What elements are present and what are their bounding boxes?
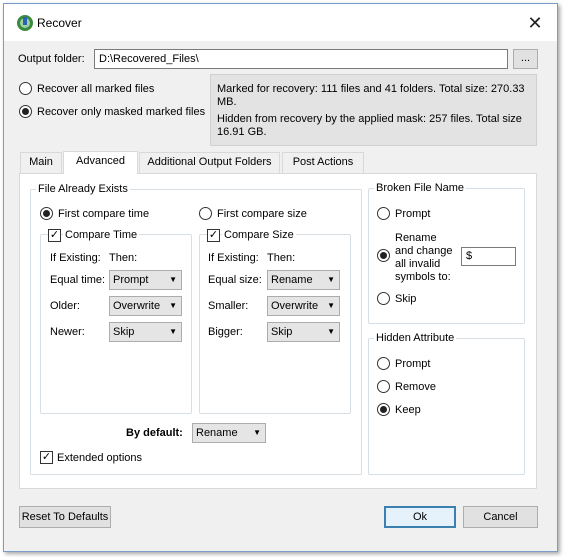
tab-additional-output-folders[interactable]: Additional Output Folders bbox=[139, 152, 280, 173]
bigger-label: Bigger: bbox=[208, 326, 243, 338]
chevron-down-icon: ▼ bbox=[327, 327, 335, 336]
broken-prompt-label: Prompt bbox=[395, 208, 431, 220]
older-label: Older: bbox=[50, 300, 80, 312]
time-if-existing-label: If Existing: bbox=[50, 252, 101, 264]
broken-rename-line3: all invalid bbox=[395, 258, 441, 270]
chevron-down-icon: ▼ bbox=[253, 428, 261, 437]
recover-app-icon bbox=[17, 15, 33, 31]
file-exists-group-title: File Already Exists bbox=[36, 183, 130, 196]
hidden-info-text: Hidden from recovery by the applied mask… bbox=[217, 113, 522, 138]
tab-advanced[interactable]: Advanced bbox=[63, 151, 138, 174]
broken-skip-label: Skip bbox=[395, 293, 417, 305]
replacement-symbol-field[interactable]: $ bbox=[461, 247, 516, 266]
equal-size-value: Rename bbox=[271, 274, 313, 286]
tab-post-actions[interactable]: Post Actions bbox=[282, 152, 364, 173]
broken-rename-line1: Rename bbox=[395, 232, 437, 244]
by-default-select[interactable]: Rename ▼ bbox=[192, 423, 266, 443]
title-bar: Recover ✕ bbox=[4, 4, 557, 41]
newer-select[interactable]: Skip ▼ bbox=[109, 322, 182, 342]
broken-file-name-title: Broken File Name bbox=[374, 182, 467, 195]
hidden-remove-radio[interactable] bbox=[377, 380, 390, 393]
newer-value: Skip bbox=[113, 326, 135, 338]
smaller-label: Smaller: bbox=[208, 300, 249, 312]
compare-size-checkbox[interactable]: ✓ bbox=[207, 229, 220, 242]
time-then-label: Then: bbox=[109, 252, 138, 264]
first-compare-time-radio[interactable] bbox=[40, 207, 53, 220]
equal-size-select[interactable]: Rename ▼ bbox=[267, 270, 340, 290]
newer-label: Newer: bbox=[50, 326, 85, 338]
compare-size-label: Compare Size bbox=[222, 229, 296, 242]
window-title: Recover bbox=[37, 16, 82, 30]
hidden-remove-label: Remove bbox=[395, 381, 436, 393]
chevron-down-icon: ▼ bbox=[169, 275, 177, 284]
chevron-down-icon: ▼ bbox=[327, 301, 335, 310]
bigger-value: Skip bbox=[271, 326, 293, 338]
broken-rename-line2: and change bbox=[395, 245, 453, 257]
equal-time-label: Equal time: bbox=[50, 274, 106, 286]
hidden-attribute-group bbox=[368, 338, 525, 475]
ok-button[interactable]: Ok bbox=[384, 506, 456, 528]
recovery-info-box: Marked for recovery: 111 files and 41 fo… bbox=[210, 74, 537, 146]
compare-time-label: Compare Time bbox=[63, 229, 140, 242]
size-then-label: Then: bbox=[267, 252, 296, 264]
output-folder-label: Output folder: bbox=[18, 53, 85, 65]
older-value: Overwrite bbox=[113, 300, 161, 312]
hidden-prompt-label: Prompt bbox=[395, 358, 431, 370]
chevron-down-icon: ▼ bbox=[327, 275, 335, 284]
smaller-select[interactable]: Overwrite ▼ bbox=[267, 296, 340, 316]
hidden-prompt-radio[interactable] bbox=[377, 357, 390, 370]
broken-rename-line4: symbols to: bbox=[395, 271, 451, 283]
hidden-attribute-title: Hidden Attribute bbox=[374, 332, 457, 345]
recover-masked-radio[interactable] bbox=[19, 105, 32, 118]
broken-prompt-radio[interactable] bbox=[377, 207, 390, 220]
marked-info-text: Marked for recovery: 111 files and 41 fo… bbox=[217, 83, 525, 108]
reset-to-defaults-button[interactable]: Reset To Defaults bbox=[19, 506, 111, 528]
hidden-keep-label: Keep bbox=[395, 404, 421, 416]
extended-options-label: Extended options bbox=[57, 452, 143, 464]
first-compare-size-radio[interactable] bbox=[199, 207, 212, 220]
broken-rename-radio[interactable] bbox=[377, 249, 390, 262]
chevron-down-icon: ▼ bbox=[169, 301, 177, 310]
cancel-button[interactable]: Cancel bbox=[463, 506, 538, 528]
equal-time-value: Prompt bbox=[113, 274, 149, 286]
extended-options-checkbox[interactable]: ✓ bbox=[40, 451, 53, 464]
size-if-existing-label: If Existing: bbox=[208, 252, 259, 264]
hidden-keep-radio[interactable] bbox=[377, 403, 390, 416]
chevron-down-icon: ▼ bbox=[169, 327, 177, 336]
compare-time-checkbox[interactable]: ✓ bbox=[48, 229, 61, 242]
recover-all-radio[interactable] bbox=[19, 82, 32, 95]
first-compare-size-label: First compare size bbox=[217, 208, 307, 220]
by-default-label: By default: bbox=[126, 427, 183, 439]
close-icon[interactable]: ✕ bbox=[524, 12, 546, 34]
broken-skip-radio[interactable] bbox=[377, 292, 390, 305]
output-folder-field[interactable]: D:\Recovered_Files\ bbox=[94, 49, 508, 69]
recover-masked-label: Recover only masked marked files bbox=[37, 106, 206, 118]
smaller-value: Overwrite bbox=[271, 300, 319, 312]
recover-all-label: Recover all marked files bbox=[37, 83, 155, 95]
equal-size-label: Equal size: bbox=[208, 274, 262, 286]
first-compare-time-label: First compare time bbox=[58, 208, 150, 220]
tab-main[interactable]: Main bbox=[20, 152, 62, 173]
bigger-select[interactable]: Skip ▼ bbox=[267, 322, 340, 342]
by-default-value: Rename bbox=[196, 427, 238, 439]
equal-time-select[interactable]: Prompt ▼ bbox=[109, 270, 182, 290]
browse-button[interactable]: ... bbox=[513, 49, 538, 69]
older-select[interactable]: Overwrite ▼ bbox=[109, 296, 182, 316]
